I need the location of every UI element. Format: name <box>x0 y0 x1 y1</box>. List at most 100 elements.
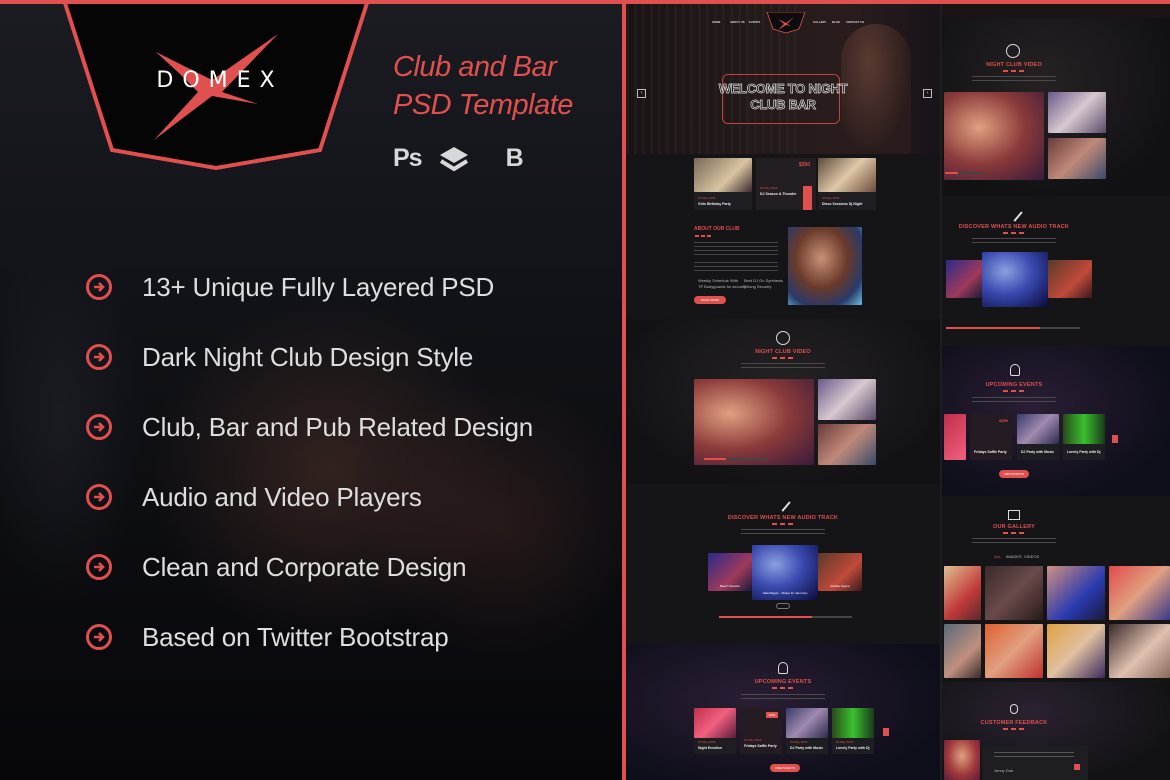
upcoming-event-card-featured[interactable]: $350 Fridays Saffle Party <box>970 414 1012 460</box>
gallery-image[interactable] <box>944 566 981 620</box>
gallery-filter-videos[interactable]: VIDEOS <box>1024 554 1039 559</box>
about-divider <box>695 235 713 237</box>
nav-contact[interactable]: CONTACT US <box>846 20 864 24</box>
audio-progress[interactable] <box>719 616 852 618</box>
event-card[interactable]: 20 May 2018 Girls Birthday Party <box>694 158 752 210</box>
arrow-circle-icon <box>86 414 112 440</box>
event-photo <box>1017 414 1059 444</box>
event-name: DJ Season & Thunder <box>760 192 797 196</box>
event-card-featured[interactable]: $350 20 May 2018 DJ Season & Thunder <box>756 158 816 210</box>
upcoming-event-card[interactable]: DJ Party with Music <box>1017 414 1059 460</box>
about-feature: TP Bodyguards for security <box>698 284 747 289</box>
gallery-icon <box>1008 510 1020 520</box>
section-divider <box>1003 390 1025 392</box>
hero-next-button[interactable]: › <box>923 89 932 98</box>
microphone-icon <box>1007 206 1023 222</box>
video-thumb[interactable] <box>1048 138 1106 179</box>
video-main-photo[interactable] <box>694 379 814 465</box>
read-more-button[interactable]: READ MORE <box>694 296 726 304</box>
event-name: Night Emotion <box>698 746 722 750</box>
nav-home[interactable]: HOME <box>712 20 720 24</box>
nav-blog[interactable]: BLOG <box>832 20 840 24</box>
track-name: Jalia Megan - Shape for Jammery <box>762 591 808 595</box>
feature-label: 13+ Unique Fully Layered PSD <box>142 271 495 302</box>
preview-column-home: HOME ABOUT US EVENTS GALLERY BLOG CONTAC… <box>626 4 940 780</box>
about-title: ABOUT OUR CLUB <box>694 226 740 232</box>
upcoming-event-card[interactable] <box>944 414 966 460</box>
event-photo <box>786 708 828 738</box>
feature-item: 13+ Unique Fully Layered PSD <box>86 252 533 322</box>
section-divider <box>772 523 794 525</box>
upcoming-event-card-featured[interactable]: $350 20 May 2018 Fridays Saffle Party <box>740 708 782 754</box>
event-name: Disco Sessions Dj Night <box>822 202 863 206</box>
gallery-image[interactable] <box>985 624 1043 678</box>
product-title: Club and Bar PSD Template <box>393 48 573 124</box>
title-line-2: PSD Template <box>393 89 573 121</box>
upcoming-title: UPCOMING EVENTS <box>754 679 812 685</box>
audio-progress[interactable] <box>946 327 1080 329</box>
video-thumb[interactable] <box>1048 92 1106 133</box>
video-thumb[interactable] <box>818 424 876 465</box>
track-card-active[interactable]: Jalia Megan - Shape for Jammery <box>752 545 818 600</box>
event-card[interactable]: 20 May 2018 Disco Sessions Dj Night <box>818 158 876 210</box>
event-price: $350 <box>999 418 1008 423</box>
events-next-button[interactable] <box>1112 435 1118 443</box>
gallery-image[interactable] <box>985 566 1043 620</box>
upcoming-event-card[interactable]: 20 May 2018 DJ Party with Music <box>786 708 828 754</box>
video-main-photo[interactable] <box>944 92 1044 180</box>
events-next-button[interactable] <box>883 728 889 736</box>
track-card[interactable] <box>946 260 982 298</box>
event-name: DJ Party with Music <box>790 746 824 750</box>
upcoming-event-card[interactable]: 20 May 2018 Lonely Party with Dj <box>832 708 874 754</box>
gallery-filter-images[interactable]: IMAGES <box>1006 554 1022 559</box>
nav-gallery[interactable]: GALLERY <box>813 20 826 24</box>
video-progress[interactable] <box>704 458 768 460</box>
audio-section: DISCOVER WHATS NEW AUDIO TRACK <box>942 196 1170 346</box>
feedback-card: Jenny Doe <box>982 746 1088 780</box>
track-card[interactable]: Robbie Sagrat <box>818 553 862 591</box>
nav-about[interactable]: ABOUT US <box>730 20 745 24</box>
top-accent-bar <box>0 0 1170 4</box>
feature-item: Dark Night Club Design Style <box>86 322 533 392</box>
section-divider <box>772 687 794 689</box>
player-controls[interactable] <box>776 603 790 609</box>
video-progress[interactable] <box>945 172 983 174</box>
cutoff-header <box>942 4 1170 18</box>
upcoming-title: UPCOMING EVENTS <box>985 382 1043 388</box>
gallery-filter-all[interactable]: ALL <box>994 554 1001 559</box>
gallery-image[interactable] <box>1109 566 1170 620</box>
feature-item: Clean and Corporate Design <box>86 532 533 602</box>
preview-logo-icon <box>766 12 806 34</box>
upcoming-section: UPCOMING EVENTS $350 Fridays Saffle Part… <box>942 346 1170 496</box>
view-events-button[interactable]: VIEW EVENTS <box>770 764 800 772</box>
gallery-image[interactable] <box>1047 566 1105 620</box>
upcoming-event-card[interactable]: 20 May 2018 Night Emotion <box>694 708 736 754</box>
photoshop-icon: Ps <box>393 144 423 172</box>
track-card-active[interactable] <box>982 252 1048 307</box>
video-thumb[interactable] <box>818 379 876 420</box>
gallery-image[interactable] <box>1109 624 1170 678</box>
share-buttons[interactable] <box>803 186 812 210</box>
audio-title: DISCOVER WHATS NEW AUDIO TRACK <box>958 224 1070 230</box>
arrow-circle-icon <box>86 624 112 650</box>
audio-section: DISCOVER WHATS NEW AUDIO TRACK Beach Ses… <box>626 484 940 644</box>
gallery-image[interactable] <box>1047 624 1105 678</box>
upcoming-section: UPCOMING EVENTS 20 May 2018 Night Emotio… <box>626 644 940 780</box>
feature-label: Dark Night Club Design Style <box>142 341 474 372</box>
tool-icons: Ps B <box>393 144 524 173</box>
track-card[interactable] <box>1048 260 1092 298</box>
event-name: Girls Birthday Party <box>698 202 731 206</box>
nav-events[interactable]: EVENTS <box>749 20 760 24</box>
hero-prev-button[interactable]: ‹ <box>637 89 646 98</box>
section-text <box>741 694 825 700</box>
track-card[interactable]: Beach Session <box>708 553 752 591</box>
feedback-next-button[interactable] <box>1074 764 1080 770</box>
view-events-button[interactable]: VIEW EVENTS <box>999 470 1029 478</box>
about-text <box>694 242 778 258</box>
title-line-1: Club and Bar <box>393 51 557 83</box>
event-photo <box>818 158 876 192</box>
section-text <box>972 76 1056 82</box>
gallery-image[interactable] <box>944 624 981 678</box>
feedback-title: CUSTOMER FEEDBACK <box>980 720 1048 726</box>
upcoming-event-card[interactable]: Lonely Party with Dj <box>1063 414 1105 460</box>
